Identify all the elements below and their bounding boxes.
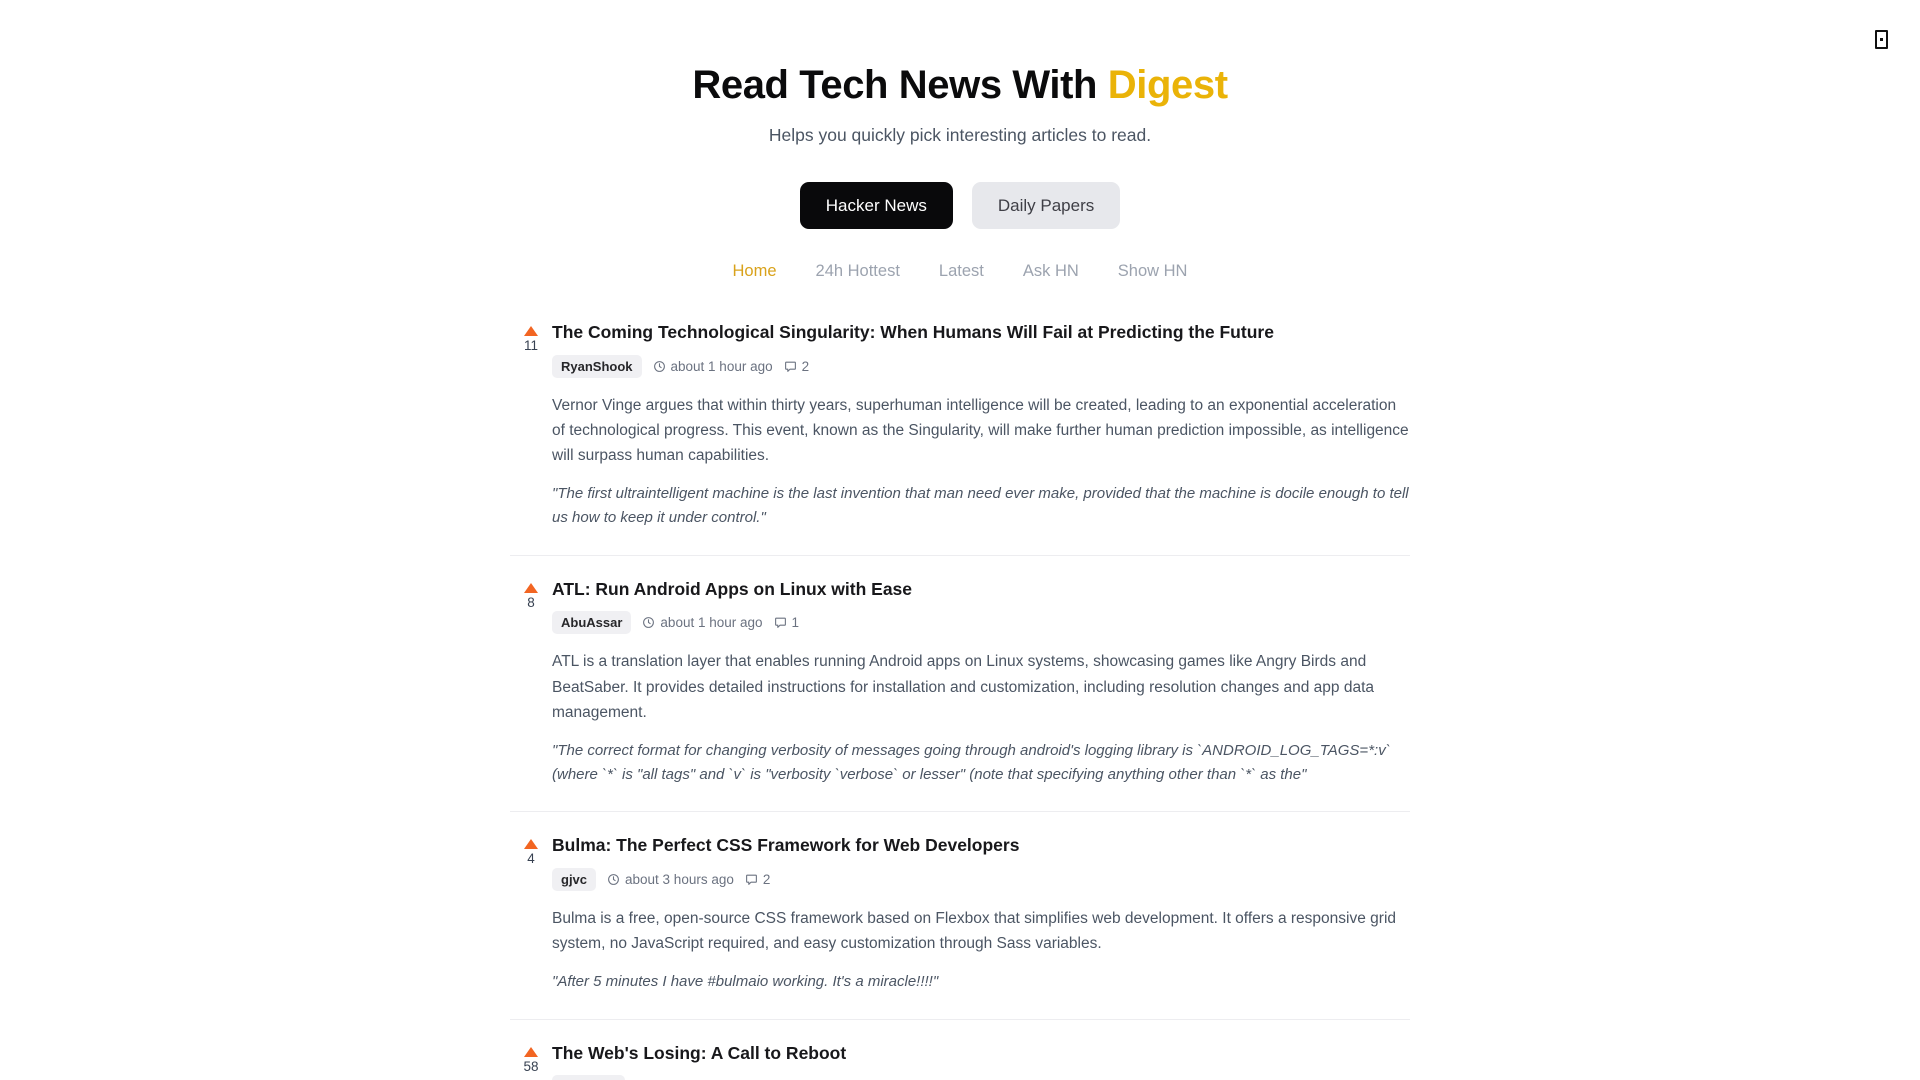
article-time: about 1 hour ago [642, 615, 763, 631]
upvote-control[interactable]: 58 [510, 1042, 552, 1074]
nav-tabs: Home 24h Hottest Latest Ask HN Show HN [0, 260, 1920, 283]
vote-score: 58 [523, 1058, 539, 1074]
tab-24h-hottest[interactable]: 24h Hottest [816, 260, 900, 283]
hero-section: Read Tech News With Digest Helps you qui… [0, 0, 1920, 146]
article-comment-count: 1 [791, 615, 800, 631]
upvote-control[interactable]: 11 [510, 321, 552, 353]
article-body: The Coming Technological Singularity: Wh… [552, 321, 1410, 531]
vote-score: 4 [527, 851, 535, 867]
article-comment-count: 2 [762, 872, 771, 888]
article-quote: "After 5 minutes I have #bulmaio working… [552, 973, 939, 991]
article-author[interactable]: wmanley [552, 1075, 625, 1080]
clock-icon [653, 360, 665, 372]
tab-show-hn[interactable]: Show HN [1118, 260, 1188, 283]
comment-icon [745, 874, 757, 886]
source-button-hacker-news[interactable]: Hacker News [799, 182, 953, 229]
upvote-control[interactable]: 4 [510, 834, 552, 866]
upvote-arrow-icon[interactable] [524, 582, 538, 593]
article-title[interactable]: The Coming Technological Singularity: Wh… [552, 321, 1274, 344]
article-comments[interactable]: 2 [784, 358, 810, 374]
upvote-control[interactable]: 8 [510, 578, 552, 610]
theme-toggle-button[interactable] [1862, 20, 1900, 58]
tab-home[interactable]: Home [733, 260, 777, 283]
article-body: The Web's Losing: A Call to Reboot wmanl… [552, 1042, 1410, 1080]
comment-icon [774, 618, 786, 629]
article-author[interactable]: gjvc [552, 868, 597, 892]
article-title[interactable]: Bulma: The Perfect CSS Framework for Web… [552, 834, 1019, 857]
article-body: ATL: Run Android Apps on Linux with Ease… [552, 578, 1410, 788]
page-root: Read Tech News With Digest Helps you qui… [0, 0, 1920, 1080]
upvote-arrow-icon[interactable] [524, 326, 538, 336]
source-selector: Hacker News Daily Papers [0, 182, 1920, 229]
article-quote: "The first ultraintelligent machine is t… [552, 485, 1409, 527]
source-button-daily-papers[interactable]: Daily Papers [971, 182, 1121, 229]
article-time: about 3 hours ago [607, 872, 734, 887]
article-comments[interactable]: 2 [745, 872, 771, 888]
article-comments[interactable]: 1 [774, 615, 800, 631]
page-title-main: Read Tech News With [692, 63, 1108, 107]
article-summary: Vernor Vinge argues that within thirty y… [552, 396, 1409, 464]
page-title: Read Tech News With Digest [0, 62, 1920, 108]
page-subtitle: Helps you quickly pick interesting artic… [768, 125, 1152, 145]
tab-latest[interactable]: Latest [939, 260, 984, 283]
upvote-arrow-icon[interactable] [524, 839, 538, 850]
article-meta: AbuAssar about 1 hour ago 1 [552, 611, 1410, 635]
article-summary: Bulma is a free, open-source CSS framewo… [552, 910, 1397, 953]
article-item: 11 The Coming Technological Singularity:… [510, 313, 1410, 556]
article-meta: RyanShook about 1 hour ago 2 [552, 354, 1410, 378]
article-time-label: about 1 hour ago [670, 358, 773, 374]
article-item: 4 Bulma: The Perfect CSS Framework for W… [510, 812, 1410, 1020]
article-list: 11 The Coming Technological Singularity:… [510, 313, 1410, 1080]
article-item: 8 ATL: Run Android Apps on Linux with Ea… [510, 556, 1410, 813]
article-author[interactable]: AbuAssar [552, 611, 632, 635]
clock-icon [643, 617, 655, 629]
tab-ask-hn[interactable]: Ask HN [1023, 260, 1079, 283]
article-comment-count: 2 [801, 358, 810, 374]
article-time: about 1 hour ago [653, 359, 773, 374]
clock-icon [608, 874, 619, 886]
article-author[interactable]: RyanShook [552, 354, 642, 378]
article-summary: ATL is a translation layer that enables … [552, 653, 1375, 721]
article-item: 58 The Web's Losing: A Call to Reboot wm… [510, 1020, 1410, 1080]
comment-icon [784, 361, 796, 372]
article-time-label: about 1 hour ago [660, 615, 763, 631]
article-title[interactable]: ATL: Run Android Apps on Linux with Ease [552, 578, 912, 601]
upvote-arrow-icon[interactable] [524, 1046, 538, 1057]
article-time-label: about 3 hours ago [625, 872, 734, 888]
vote-score: 11 [523, 338, 538, 353]
article-body: Bulma: The Perfect CSS Framework for Web… [552, 834, 1410, 994]
article-quote: "The correct format for changing verbosi… [552, 741, 1391, 784]
page-title-brand: Digest [1107, 63, 1228, 107]
article-meta: wmanley about 6 hours ago 14 [552, 1075, 1410, 1080]
vote-score: 8 [527, 594, 535, 610]
article-title[interactable]: The Web's Losing: A Call to Reboot [552, 1042, 846, 1065]
article-meta: gjvc about 3 hours ago 2 [552, 868, 1410, 892]
theme-toggle-icon [1874, 29, 1888, 49]
